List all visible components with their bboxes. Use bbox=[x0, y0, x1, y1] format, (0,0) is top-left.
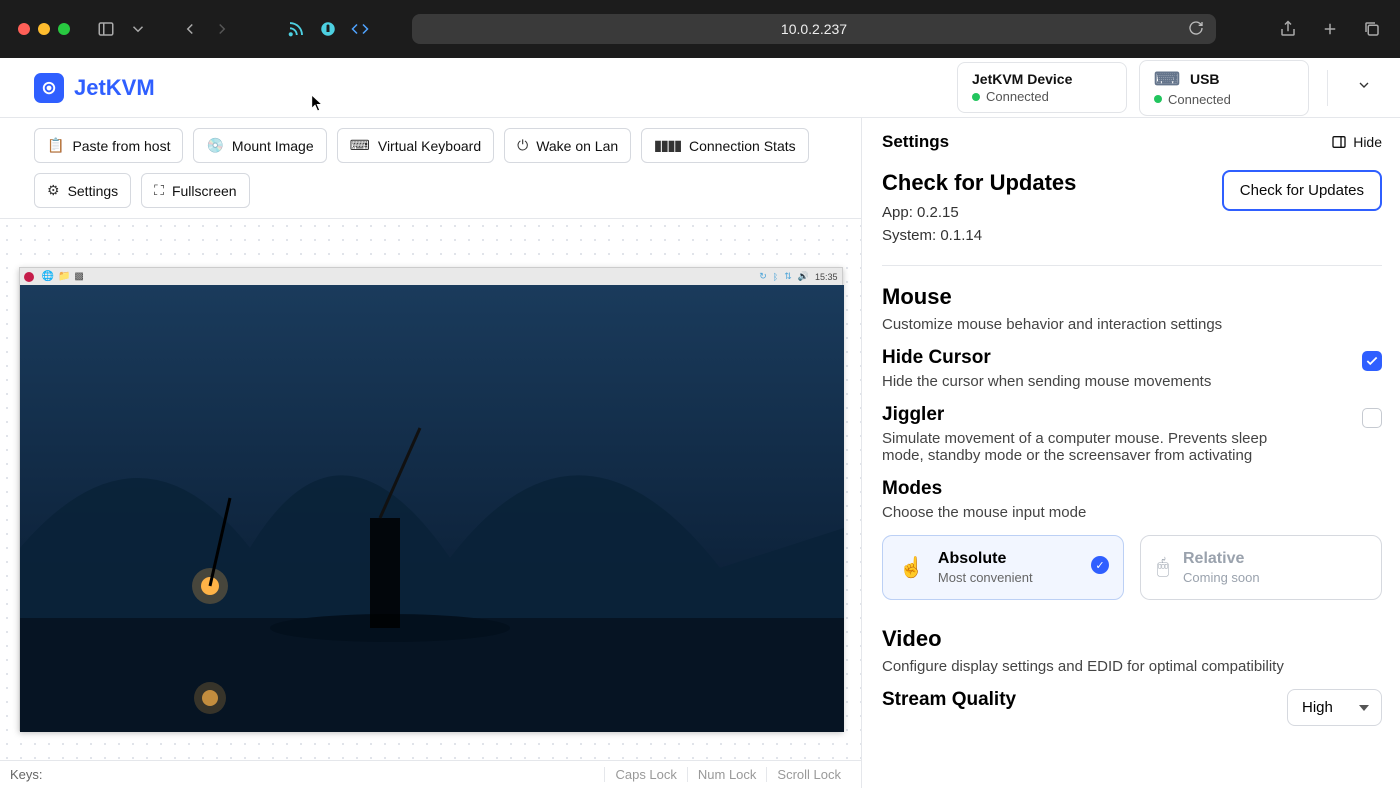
stream-quality-select[interactable]: High bbox=[1287, 689, 1382, 726]
minimize-window-button[interactable] bbox=[38, 23, 50, 35]
mode-relative-card[interactable]: 🖱 Relative Coming soon bbox=[1140, 535, 1382, 600]
video-desc: Configure display settings and EDID for … bbox=[882, 658, 1382, 675]
video-title: Video bbox=[882, 626, 1382, 652]
url-text: 10.0.2.237 bbox=[781, 21, 847, 37]
jiggler-checkbox[interactable] bbox=[1362, 408, 1382, 428]
sidebar-toggle-icon[interactable] bbox=[96, 19, 116, 39]
devtools-icon[interactable] bbox=[350, 19, 370, 39]
usb-icon: ⌨ bbox=[1154, 69, 1180, 90]
shield-icon[interactable] bbox=[318, 19, 338, 39]
wallpaper bbox=[20, 268, 844, 732]
window-controls bbox=[18, 23, 70, 35]
mode-absolute-title: Absolute bbox=[938, 550, 1033, 568]
mode-relative-sub: Coming soon bbox=[1183, 570, 1260, 585]
settings-button[interactable]: ⚙ Settings bbox=[34, 173, 131, 208]
label: Mount Image bbox=[232, 138, 314, 154]
mode-absolute-card[interactable]: ☝ Absolute Most convenient ✓ bbox=[882, 535, 1124, 600]
label: Wake on Lan bbox=[536, 138, 618, 154]
check-icon: ✓ bbox=[1091, 556, 1109, 574]
panel-title: Settings bbox=[882, 132, 949, 152]
select-value: High bbox=[1302, 699, 1333, 716]
label: Fullscreen bbox=[172, 183, 237, 199]
label: Settings bbox=[68, 183, 119, 199]
keyboard-icon: ⌨ bbox=[350, 137, 370, 154]
label: Connection Stats bbox=[689, 138, 796, 154]
usb-state: Connected bbox=[1168, 92, 1231, 107]
virtual-keyboard-button[interactable]: ⌨ Virtual Keyboard bbox=[337, 128, 494, 163]
panel-collapse-icon bbox=[1331, 134, 1347, 150]
device-status-card: JetKVM Device Connected bbox=[957, 62, 1127, 113]
clipboard-icon: 📋 bbox=[47, 137, 64, 154]
paste-from-host-button[interactable]: 📋 Paste from host bbox=[34, 128, 183, 163]
disc-icon: 💿 bbox=[206, 137, 223, 154]
url-bar[interactable]: 10.0.2.237 bbox=[412, 14, 1216, 44]
device-title: JetKVM Device bbox=[972, 71, 1072, 87]
rss-icon[interactable] bbox=[286, 19, 306, 39]
scroll-lock-indicator: Scroll Lock bbox=[766, 767, 851, 782]
device-state: Connected bbox=[986, 89, 1049, 104]
pointer-icon: ☝ bbox=[899, 555, 924, 580]
mouse-icon: 🖱 bbox=[1157, 556, 1169, 579]
back-button[interactable] bbox=[180, 19, 200, 39]
stream-quality-title: Stream Quality bbox=[882, 689, 1016, 711]
remote-screen[interactable]: 🌐 📁 ▩ ↻ ᛒ ⇅ 🔊 15:35 Wastebasket bbox=[19, 267, 843, 731]
fullscreen-button[interactable]: ⛶ Fullscreen bbox=[141, 173, 249, 208]
app-header: JetKVM JetKVM Device Connected ⌨ USB Conn… bbox=[0, 58, 1400, 118]
brand-logo-icon bbox=[34, 73, 64, 103]
hide-cursor-checkbox[interactable] bbox=[1362, 351, 1382, 371]
reload-icon[interactable] bbox=[1188, 20, 1204, 39]
power-icon: ⏻ bbox=[517, 137, 528, 154]
jiggler-title: Jiggler bbox=[882, 404, 1312, 426]
usb-title: USB bbox=[1190, 71, 1220, 87]
label: Paste from host bbox=[72, 138, 170, 154]
caps-lock-indicator: Caps Lock bbox=[604, 767, 686, 782]
jiggler-desc: Simulate movement of a computer mouse. P… bbox=[882, 430, 1312, 464]
check-updates-button[interactable]: Check for Updates bbox=[1222, 170, 1382, 211]
num-lock-indicator: Num Lock bbox=[687, 767, 767, 782]
new-tab-icon[interactable] bbox=[1320, 19, 1340, 39]
wake-on-lan-button[interactable]: ⏻ Wake on Lan bbox=[504, 128, 631, 163]
mode-absolute-sub: Most convenient bbox=[938, 570, 1033, 585]
system-version: System: 0.1.14 bbox=[882, 225, 1076, 248]
hide-cursor-title: Hide Cursor bbox=[882, 347, 1211, 369]
close-window-button[interactable] bbox=[18, 23, 30, 35]
fullscreen-icon: ⛶ bbox=[154, 182, 164, 199]
signal-icon: ▮▮▮▮ bbox=[654, 137, 681, 154]
header-menu-button[interactable] bbox=[1346, 67, 1382, 108]
preview-area: 🌐 📁 ▩ ↻ ᛒ ⇅ 🔊 15:35 Wastebasket bbox=[0, 219, 861, 760]
mouse-title: Mouse bbox=[882, 284, 1382, 310]
status-dot-icon bbox=[1154, 95, 1162, 103]
mouse-desc: Customize mouse behavior and interaction… bbox=[882, 316, 1382, 333]
label: Virtual Keyboard bbox=[378, 138, 481, 154]
modes-title: Modes bbox=[882, 478, 1382, 500]
connection-stats-button[interactable]: ▮▮▮▮ Connection Stats bbox=[641, 128, 808, 163]
app-version: App: 0.2.15 bbox=[882, 202, 1076, 225]
updates-title: Check for Updates bbox=[882, 170, 1076, 196]
footer-bar: Keys: Caps Lock Num Lock Scroll Lock bbox=[0, 760, 861, 788]
maximize-window-button[interactable] bbox=[58, 23, 70, 35]
tabs-overview-icon[interactable] bbox=[1362, 19, 1382, 39]
hide-cursor-desc: Hide the cursor when sending mouse movem… bbox=[882, 373, 1211, 390]
usb-status-card: ⌨ USB Connected bbox=[1139, 60, 1309, 116]
status-dot-icon bbox=[972, 93, 980, 101]
forward-button[interactable] bbox=[212, 19, 232, 39]
check-icon bbox=[1365, 354, 1379, 368]
chevron-down-icon[interactable] bbox=[128, 19, 148, 39]
mount-image-button[interactable]: 💿 Mount Image bbox=[193, 128, 326, 163]
toolbar: 📋 Paste from host 💿 Mount Image ⌨ Virtual K… bbox=[0, 118, 861, 219]
modes-desc: Choose the mouse input mode bbox=[882, 504, 1312, 521]
brand[interactable]: JetKVM bbox=[34, 73, 155, 103]
keys-label: Keys: bbox=[10, 767, 43, 782]
browser-chrome: 10.0.2.237 bbox=[0, 0, 1400, 58]
hide-panel-button[interactable]: Hide bbox=[1331, 134, 1382, 150]
brand-name: JetKVM bbox=[74, 75, 155, 101]
settings-panel: Settings Hide Check for Updates App: 0.2… bbox=[862, 118, 1400, 788]
gear-icon: ⚙ bbox=[47, 182, 60, 199]
label: Hide bbox=[1353, 134, 1382, 150]
divider bbox=[1327, 70, 1328, 106]
mode-relative-title: Relative bbox=[1183, 550, 1260, 568]
share-icon[interactable] bbox=[1278, 19, 1298, 39]
